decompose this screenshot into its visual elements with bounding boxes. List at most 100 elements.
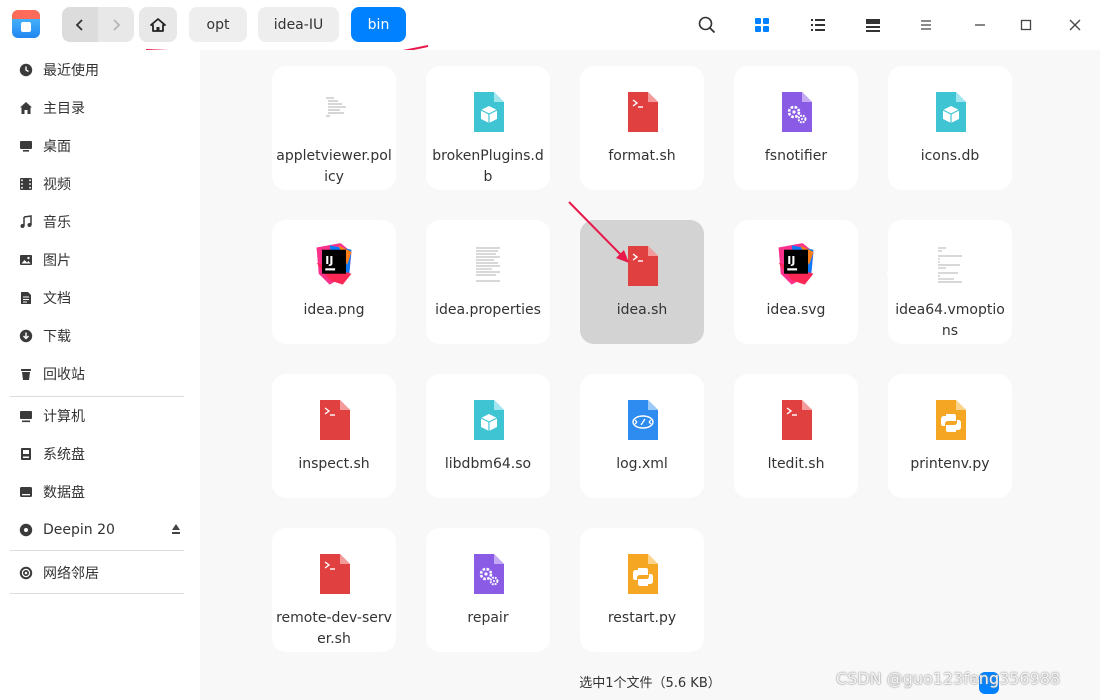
detail-view-icon bbox=[866, 19, 880, 32]
file-item-inspect-sh[interactable]: inspect.sh bbox=[272, 374, 396, 498]
sidebar-item-downloads[interactable]: 下载 bbox=[10, 319, 190, 353]
sidebar: 最近使用 主目录 桌面 视频 音乐 图片 文档 下载 回收站 计算机 系统盘 数… bbox=[0, 50, 200, 700]
file-item-idea-svg[interactable]: IJ idea.svg bbox=[734, 220, 858, 344]
xml-file-icon bbox=[628, 400, 658, 440]
sidebar-item-videos[interactable]: 视频 bbox=[10, 167, 190, 201]
sidebar-item-label: 系统盘 bbox=[43, 447, 85, 463]
sidebar-item-deepin-20[interactable]: Deepin 20 bbox=[10, 513, 190, 547]
sidebar-item-system-disk[interactable]: 系统盘 bbox=[10, 437, 190, 471]
download-icon bbox=[18, 328, 34, 344]
list-view-button[interactable] bbox=[805, 12, 831, 38]
file-name: fsnotifier bbox=[764, 148, 828, 164]
clock-icon bbox=[18, 62, 34, 78]
svg-text:IJ: IJ bbox=[325, 254, 333, 267]
sidebar-divider bbox=[10, 396, 184, 397]
file-view: appletviewer.policy brokenPlugins.db for… bbox=[200, 50, 1100, 700]
file-item-format-sh[interactable]: format.sh bbox=[580, 66, 704, 190]
file-name: idea64.vmoptions bbox=[895, 302, 1005, 339]
breadcrumb-idea-iu[interactable]: idea-IU bbox=[258, 7, 339, 42]
sidebar-item-home[interactable]: 主目录 bbox=[10, 91, 190, 125]
sidebar-item-documents[interactable]: 文档 bbox=[10, 281, 190, 315]
sidebar-item-label: 桌面 bbox=[43, 139, 71, 155]
search-icon bbox=[698, 16, 716, 34]
minimize-button[interactable] bbox=[967, 12, 993, 38]
python-file-icon bbox=[628, 554, 658, 594]
sidebar-item-label: 主目录 bbox=[43, 101, 85, 117]
file-manager-logo-icon bbox=[12, 10, 40, 38]
file-name: brokenPlugins.db bbox=[432, 148, 544, 185]
breadcrumb-opt[interactable]: opt bbox=[189, 7, 247, 42]
computer-icon bbox=[18, 408, 34, 424]
home-crumb-button[interactable] bbox=[139, 7, 177, 42]
sidebar-item-label: 计算机 bbox=[43, 409, 85, 425]
file-name: inspect.sh bbox=[298, 456, 370, 472]
file-item-restart-py[interactable]: restart.py bbox=[580, 528, 704, 652]
text-file-icon bbox=[938, 247, 962, 283]
chevron-right-icon bbox=[113, 18, 121, 31]
intellij-idea-icon: IJ bbox=[778, 243, 814, 285]
svg-text:IJ: IJ bbox=[787, 254, 795, 267]
network-icon bbox=[18, 565, 34, 581]
sidebar-item-label: Deepin 20 bbox=[43, 522, 115, 538]
music-icon bbox=[18, 214, 34, 230]
file-name: printenv.py bbox=[910, 456, 990, 472]
csdn-watermark: CSDN @guo123feng356988 bbox=[836, 669, 1061, 688]
file-item-idea-sh[interactable]: idea.sh bbox=[580, 220, 704, 344]
shell-script-icon bbox=[782, 400, 812, 440]
file-item-brokenplugins-db[interactable]: brokenPlugins.db bbox=[426, 66, 550, 190]
sidebar-item-recent[interactable]: 最近使用 bbox=[10, 53, 190, 87]
eject-icon[interactable] bbox=[172, 524, 180, 534]
sidebar-item-computer[interactable]: 计算机 bbox=[10, 399, 190, 433]
icon-view-button[interactable] bbox=[749, 12, 775, 38]
file-name: idea.png bbox=[303, 302, 365, 318]
chevron-left-icon bbox=[75, 18, 83, 31]
breadcrumb-bin[interactable]: bin bbox=[351, 7, 406, 42]
detail-view-button[interactable] bbox=[860, 12, 886, 38]
trash-icon bbox=[18, 366, 34, 382]
file-item-appletviewer-policy[interactable]: appletviewer.policy bbox=[272, 66, 396, 190]
file-item-idea-properties[interactable]: idea.properties bbox=[426, 220, 550, 344]
sidebar-item-music[interactable]: 音乐 bbox=[10, 205, 190, 239]
file-name: idea.svg bbox=[766, 302, 826, 318]
sidebar-item-data-disk[interactable]: 数据盘 bbox=[10, 475, 190, 509]
close-button[interactable] bbox=[1062, 12, 1088, 38]
file-name: appletviewer.policy bbox=[276, 148, 392, 185]
file-item-log-xml[interactable]: log.xml bbox=[580, 374, 704, 498]
file-item-ltedit-sh[interactable]: ltedit.sh bbox=[734, 374, 858, 498]
back-button[interactable] bbox=[62, 7, 98, 42]
video-icon bbox=[18, 176, 34, 192]
file-item-icons-db[interactable]: icons.db bbox=[888, 66, 1012, 190]
file-item-remote-dev-server-sh[interactable]: remote-dev-server.sh bbox=[272, 528, 396, 652]
sidebar-item-network[interactable]: 网络邻居 bbox=[10, 556, 190, 590]
shell-script-icon bbox=[320, 400, 350, 440]
file-item-printenv-py[interactable]: printenv.py bbox=[888, 374, 1012, 498]
sidebar-item-desktop[interactable]: 桌面 bbox=[10, 129, 190, 163]
file-name: remote-dev-server.sh bbox=[276, 610, 392, 647]
maximize-button[interactable] bbox=[1013, 12, 1039, 38]
library-file-icon bbox=[474, 400, 504, 440]
system-disk-icon bbox=[18, 446, 34, 462]
title-bar: opt idea-IU bin bbox=[0, 0, 1100, 50]
file-item-repair[interactable]: repair bbox=[426, 528, 550, 652]
menu-button[interactable] bbox=[913, 12, 939, 38]
sidebar-item-label: 回收站 bbox=[43, 367, 85, 383]
shell-script-icon bbox=[320, 554, 350, 594]
file-name: idea.properties bbox=[435, 302, 541, 318]
file-name: idea.sh bbox=[616, 302, 668, 318]
file-name: format.sh bbox=[608, 148, 676, 164]
sidebar-item-label: 数据盘 bbox=[43, 485, 85, 501]
database-file-icon bbox=[936, 92, 966, 132]
file-item-libdbm64-so[interactable]: libdbm64.so bbox=[426, 374, 550, 498]
executable-file-icon bbox=[474, 554, 504, 594]
home-icon bbox=[150, 17, 166, 32]
file-name: libdbm64.so bbox=[444, 456, 532, 472]
desktop-icon bbox=[18, 138, 34, 154]
file-item-idea-png[interactable]: IJ idea.png bbox=[272, 220, 396, 344]
navigation-buttons bbox=[62, 7, 134, 42]
file-item-idea64-vmoptions[interactable]: idea64.vmoptions bbox=[888, 220, 1012, 344]
sidebar-item-pictures[interactable]: 图片 bbox=[10, 243, 190, 277]
file-item-fsnotifier[interactable]: fsnotifier bbox=[734, 66, 858, 190]
forward-button[interactable] bbox=[98, 7, 134, 42]
search-button[interactable] bbox=[694, 12, 720, 38]
sidebar-item-trash[interactable]: 回收站 bbox=[10, 357, 190, 391]
